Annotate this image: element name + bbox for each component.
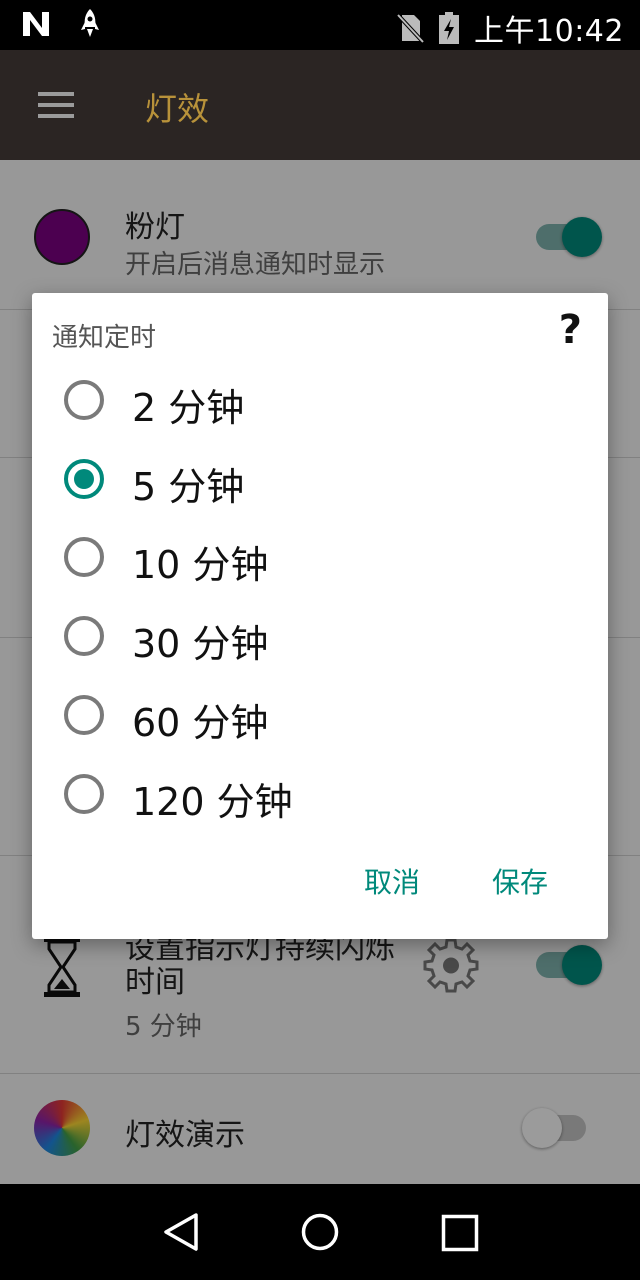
radio-button[interactable] [64,695,104,735]
radio-option-label: 2 分钟 [132,386,245,430]
radio-option-5min[interactable]: 5 分钟 [32,441,608,519]
home-icon[interactable] [300,1212,340,1252]
help-icon[interactable]: ? [559,307,582,353]
cancel-button[interactable]: 取消 [358,851,426,911]
status-bar: 上午10:42 [0,0,640,50]
radio-option-label: 10 分钟 [132,543,269,587]
notification-timer-dialog: 通知定时 ? 2 分钟 5 分钟 10 分钟 30 分钟 60 分钟 120 分… [32,293,608,939]
navigation-bar [0,1184,640,1280]
radio-option-30min[interactable]: 30 分钟 [32,598,608,676]
radio-option-60min[interactable]: 60 分钟 [32,677,608,755]
status-time: 上午10:42 [474,14,624,49]
battery-charging-icon [439,12,460,44]
radio-button[interactable] [64,774,104,814]
save-button[interactable]: 保存 [486,851,554,911]
n-logo-icon [23,12,49,36]
radio-button-selected[interactable] [64,459,104,499]
radio-option-2min[interactable]: 2 分钟 [32,362,608,440]
hamburger-menu-icon[interactable] [38,92,74,118]
radio-option-label: 30 分钟 [132,622,269,666]
radio-button[interactable] [64,537,104,577]
back-icon[interactable] [162,1212,200,1252]
dialog-title: 通知定时 [52,323,157,353]
recents-icon[interactable] [441,1214,479,1252]
radio-button[interactable] [64,616,104,656]
radio-option-120min[interactable]: 120 分钟 [32,756,608,834]
radio-option-label: 5 分钟 [132,465,245,509]
radio-button[interactable] [64,380,104,420]
app-bar-title: 灯效 [145,90,210,128]
app-bar: 灯效 [0,50,640,160]
radio-option-label: 60 分钟 [132,701,269,745]
radio-option-10min[interactable]: 10 分钟 [32,519,608,597]
no-sim-icon [396,13,425,44]
radio-option-label: 120 分钟 [132,780,293,824]
rocket-icon [81,9,99,37]
